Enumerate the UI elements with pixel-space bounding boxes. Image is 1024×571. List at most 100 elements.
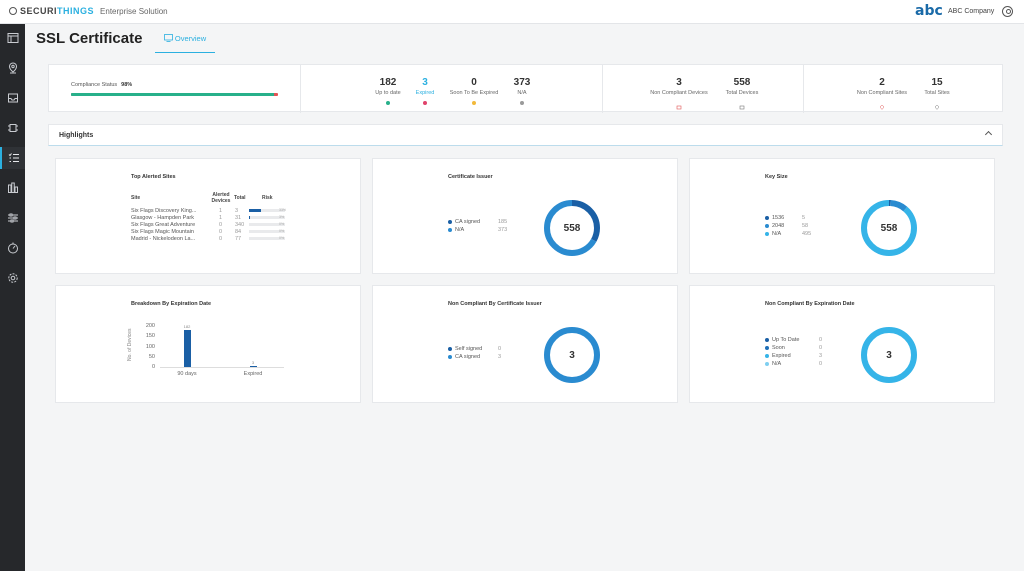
donut-total: 558 (880, 222, 898, 234)
sidebar-item-devices[interactable] (0, 117, 25, 139)
map-pin-icon (935, 105, 939, 110)
legend-label: N/A (772, 231, 782, 237)
legend-item[interactable]: N/A 373 (448, 227, 512, 235)
stat-na-value: 373 (513, 77, 531, 88)
page-title: SSL Certificate (36, 30, 143, 47)
chevron-up-icon[interactable] (984, 130, 993, 139)
sidebar-item-locations[interactable] (0, 57, 25, 79)
table-row[interactable]: Six Flags Great Adventure 0 340 0% (131, 222, 291, 229)
legend-dot (448, 228, 452, 232)
tab-overview[interactable]: Overview (155, 31, 215, 53)
card-title: Top Alerted Sites (131, 174, 176, 180)
site-name: Six Flags Magic Mountain (131, 229, 194, 235)
risk-percent: 0% (279, 236, 285, 240)
legend-value: 0 (819, 337, 823, 343)
card-top-alerted-sites: Top Alerted Sites Site Alerted Devices T… (55, 158, 361, 274)
card-title: Non Compliant By Certificate Issuer (448, 301, 542, 307)
user-icon[interactable] (1002, 6, 1013, 17)
stat-total-sites-label: Total Sites (924, 90, 950, 96)
brand-ring-icon (9, 7, 17, 15)
total-count: 340 (235, 222, 245, 228)
legend-item[interactable]: CA signed 185 (448, 219, 512, 227)
stat-non-compliant-devices[interactable]: 3 Non Compliant Devices (643, 77, 715, 115)
legend-item[interactable]: 2048 58 (765, 223, 816, 231)
y-tick-label: 0 (151, 364, 155, 370)
legend-dot (765, 362, 769, 366)
stat-total-devices[interactable]: 558 Total Devices (712, 77, 772, 115)
donut-chart-certificate-issuer: 558 (543, 199, 601, 257)
company-name[interactable]: ABC Company (948, 8, 994, 15)
bar-value-label: 3 (251, 360, 255, 366)
stat-total-devices-label: Total Devices (725, 90, 759, 96)
legend-value: 0 (498, 346, 502, 352)
alerted-count: 1 (219, 208, 223, 214)
site-name: Madrid - Nickelodeon La... (131, 236, 196, 242)
legend-dot (448, 220, 452, 224)
stat-na[interactable]: 373 N/A (492, 77, 552, 105)
alerted-count: 0 (219, 229, 223, 235)
donut-chart-non-compliant-expiration: 3 (860, 326, 918, 384)
status-dot-gray (520, 101, 524, 105)
settings-icon (7, 273, 18, 283)
sidebar-item-settings[interactable] (0, 267, 25, 289)
bar[interactable] (183, 329, 191, 367)
list-check-icon (8, 153, 19, 162)
alerted-count: 0 (219, 236, 223, 242)
bar[interactable] (249, 366, 257, 367)
gauge-icon (7, 242, 18, 254)
compliance-progress-fill (71, 93, 274, 96)
bar-chart-icon (7, 182, 18, 193)
card-title: Breakdown By Expiration Date (131, 301, 212, 307)
brand-logo[interactable]: SECURITHINGS Enterprise Solution (9, 6, 168, 16)
stat-total-sites[interactable]: 15 Total Sites (907, 77, 967, 115)
legend-item[interactable]: Self signed 0 (448, 346, 512, 354)
total-count: 84 (235, 229, 242, 235)
legend-dot (765, 232, 769, 236)
legend-item[interactable]: 1536 5 (765, 215, 816, 223)
legend-label: Self signed (455, 346, 483, 352)
legend-item[interactable]: Expired 3 (765, 353, 833, 361)
table-row[interactable]: Madrid - Nickelodeon La... 0 77 0% (131, 236, 291, 243)
legend-item[interactable]: Up To Date 0 (765, 337, 833, 345)
y-tick-label: 150 (145, 333, 155, 340)
legend-label: CA signed (455, 219, 481, 225)
tab-overview-label: Overview (174, 34, 207, 43)
sidebar-item-reports[interactable] (0, 177, 25, 199)
total-count: 77 (235, 236, 242, 242)
legend-item[interactable]: Soon 0 (765, 345, 833, 353)
sidebar-item-dashboard[interactable] (0, 27, 25, 49)
legend-value: 185 (498, 219, 508, 225)
sidebar-item-performance[interactable] (0, 237, 25, 259)
card-title: Non Compliant By Expiration Date (765, 301, 855, 307)
donut-chart-key-size: 558 (860, 199, 918, 257)
site-name: Six Flags Discovery King... (131, 208, 197, 214)
x-axis-line (160, 367, 284, 368)
legend-value: 3 (498, 354, 502, 360)
legend-item[interactable]: N/A 0 (765, 361, 833, 369)
sidebar-item-inbox[interactable] (0, 87, 25, 109)
monitor-icon (163, 34, 173, 42)
stat-total-sites-value: 15 (931, 77, 943, 88)
donut-chart-non-compliant-issuer: 3 (543, 326, 601, 384)
donut-total: 558 (563, 222, 581, 234)
company-logo: abc (915, 3, 943, 19)
y-tick-label: 50 (148, 353, 155, 360)
column-header-total: Total (234, 195, 246, 201)
table-row[interactable]: Six Flags Discovery King... 1 3 33% (131, 208, 291, 215)
legend-label: Up To Date (772, 337, 800, 343)
legend-item[interactable]: CA signed 3 (448, 354, 512, 362)
table-row[interactable]: Six Flags Magic Mountain 0 84 0% (131, 229, 291, 236)
highlights-panel-header[interactable]: Highlights (48, 124, 1003, 146)
status-dot-green (386, 101, 390, 105)
brand-name: SECURITHINGS (20, 6, 95, 16)
risk-bar-fill (249, 216, 251, 219)
legend-dot (765, 216, 769, 220)
map-pin-icon (8, 62, 17, 74)
sidebar-item-filters[interactable] (0, 207, 25, 229)
sidebar-item-ssl-certificate[interactable] (0, 147, 25, 169)
table-row[interactable]: Glasgow - Hampden Park 1 31 3% (131, 215, 291, 222)
highlights-title: Highlights (59, 132, 94, 139)
legend-value: 495 (802, 231, 812, 237)
legend-item[interactable]: N/A 495 (765, 231, 816, 239)
legend-dot (448, 347, 452, 351)
